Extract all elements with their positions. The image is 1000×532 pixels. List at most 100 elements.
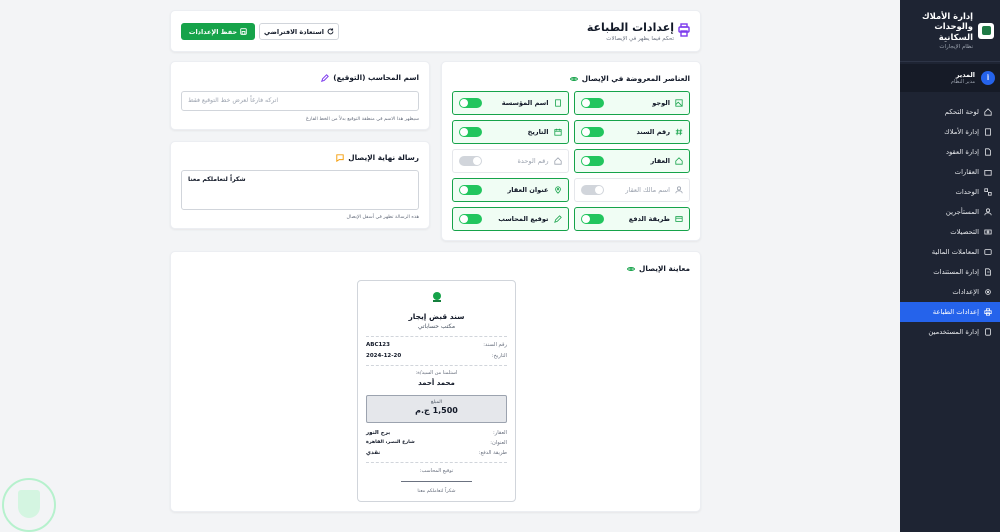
toggle-payment-method[interactable]: طريقة الدفع: [573, 207, 690, 231]
refresh-icon: [327, 28, 334, 35]
save-button[interactable]: حفظ الإعدادات: [181, 23, 255, 40]
property-row: العقار: برج النور: [366, 430, 507, 436]
printer-icon: [984, 308, 992, 316]
toggle-receipt-no[interactable]: رقم السند: [573, 120, 690, 144]
label: العقار:: [493, 430, 507, 436]
toggle-date[interactable]: التاريخ: [452, 120, 569, 144]
sidebar-item-dashboard[interactable]: لوحة التحكم: [900, 102, 1000, 122]
toggle-switch[interactable]: [580, 127, 604, 137]
toggle-switch[interactable]: [459, 185, 482, 195]
accountant-name-input[interactable]: اتركه فارغاً لعرض خط التوقيع فقط: [181, 91, 419, 111]
toggle-switch[interactable]: [580, 214, 604, 224]
value: برج النور: [366, 430, 391, 436]
home-icon: [553, 157, 562, 165]
value: نقدي: [366, 450, 381, 456]
toggle-switch[interactable]: [459, 127, 482, 137]
toggle-org-name[interactable]: اسم المؤسسة: [452, 91, 569, 115]
section-title-text: معاينة الإيصال: [639, 264, 690, 273]
toggle-label: رقم الوحدة: [517, 157, 549, 165]
toggle-unit-no[interactable]: رقم الوحدة: [452, 149, 569, 173]
toggle-switch[interactable]: [580, 156, 604, 166]
toggle-label: التاريخ: [527, 128, 549, 136]
divider: [366, 336, 507, 337]
watermark-logo: [2, 478, 56, 532]
sidebar-item-settings[interactable]: الإعدادات: [900, 282, 1000, 302]
sidebar-item-label: التحصيلات: [950, 228, 979, 236]
toggle-address[interactable]: عنوان العقار: [452, 178, 569, 202]
toggle-owner-name[interactable]: اسم مالك العقار: [573, 178, 690, 202]
toggle-label: طريقة الدفع: [628, 215, 670, 223]
toggle-signature[interactable]: توقيع المحاسب: [452, 207, 569, 231]
receipt-footer: شكراً لتعاملكم معنا: [417, 489, 456, 494]
image-icon: [675, 99, 683, 107]
sidebar-item-label: لوحة التحكم: [944, 108, 979, 116]
hash-icon: [675, 128, 683, 136]
calendar-icon: [553, 128, 562, 136]
page-subtitle: تحكم فيما يظهر في الإيصالات: [606, 36, 674, 42]
value: 2024-12-20: [366, 353, 402, 359]
toggle-switch[interactable]: [459, 156, 482, 166]
sidebar-item-label: العقارات: [954, 168, 979, 176]
divider: [366, 462, 507, 463]
dashboard-icon: [984, 108, 992, 116]
toggle-label: رقم السند: [636, 128, 670, 136]
receipt-office: مكتب حساباتي: [417, 323, 456, 330]
sidebar-item-tenants[interactable]: المستأجرين: [900, 202, 1000, 222]
sidebar-item-contracts[interactable]: إدارة العقود: [900, 142, 1000, 162]
amount-box: المبلغ 1,500 ج.م: [366, 395, 507, 423]
accountant-hint: سيظهر هذا الاسم في منطقة التوقيع بدلاً م…: [305, 117, 419, 122]
sidebar-item-properties-mgmt[interactable]: إدارة الأملاك: [900, 122, 1000, 142]
tag-icon: [321, 73, 330, 82]
app-logo: [978, 22, 994, 39]
toggle-label: عنوان العقار: [507, 186, 549, 194]
toggle-switch[interactable]: [580, 98, 604, 108]
files-icon: [985, 268, 991, 276]
label: العنوان:: [490, 440, 507, 446]
sidebar-item-label: المستأجرين: [945, 208, 979, 216]
sidebar-item-transactions[interactable]: المعاملات المالية: [900, 242, 1000, 262]
end-message-textarea[interactable]: شكراً لتعاملكم معنا: [181, 170, 419, 210]
sidebar-item-real-estate[interactable]: العقارات: [900, 162, 1000, 182]
save-label: حفظ الإعدادات: [188, 27, 238, 36]
app-subtitle: نظام الإيجارات: [939, 44, 973, 51]
sidebar-header: إدارة الأملاك والوحدات السكانية نظام الإ…: [900, 0, 1000, 62]
sidebar-item-print-settings[interactable]: إعدادات الطباعة: [900, 302, 1000, 322]
eye-icon: [569, 76, 578, 81]
end-message-card: رسالة نهاية الإيصال شكراً لتعاملكم معنا …: [170, 141, 430, 229]
label: طريقة الدفع:: [478, 450, 507, 456]
section-title: معاينة الإيصال: [627, 264, 690, 273]
pen-icon: [553, 215, 562, 223]
address-row: العنوان: شارع النصر، القاهرة: [366, 440, 507, 446]
app-title: إدارة الأملاك والوحدات السكانية: [921, 10, 973, 42]
section-title: العناصر المعروضة في الإيصال: [569, 74, 690, 83]
amount-value: 1,500 ج.م: [415, 406, 458, 415]
sidebar-item-units[interactable]: الوحدات: [900, 182, 1000, 202]
sidebar-item-label: إدارة الأملاك: [944, 128, 979, 136]
sidebar-item-users[interactable]: إدارة المستخدمين: [900, 322, 1000, 342]
value: ABC123: [366, 342, 390, 348]
sidebar-item-documents[interactable]: إدارة المستندات: [900, 262, 1000, 282]
avatar: أ: [981, 71, 995, 85]
toggle-label: اسم المؤسسة: [501, 99, 549, 107]
property-icon: [984, 170, 992, 176]
signature-line: [401, 481, 472, 482]
printer-icon: [678, 23, 690, 37]
sidebar-item-label: المعاملات المالية: [931, 248, 979, 256]
section-title: اسم المحاسب (التوقيع): [321, 73, 419, 82]
receipt-logo: [433, 292, 441, 302]
toggle-switch[interactable]: [459, 214, 482, 224]
sidebar-nav: لوحة التحكم إدارة الأملاك إدارة العقود ا…: [900, 102, 1000, 342]
section-title-text: رسالة نهاية الإيصال: [348, 153, 419, 162]
toggle-property[interactable]: العقار: [573, 149, 690, 173]
user-admin-icon: [985, 328, 991, 336]
building-icon: [985, 128, 991, 136]
cash-icon: [984, 229, 992, 235]
toggle-switch[interactable]: [580, 185, 604, 195]
elements-grid: الوجو اسم المؤسسة رقم السند التاريخ العق…: [452, 91, 690, 231]
user-panel[interactable]: أ المدير مدير النظام: [900, 64, 1000, 92]
toggle-logo[interactable]: الوجو: [573, 91, 690, 115]
reset-button[interactable]: استعادة الافتراضي: [259, 23, 339, 40]
sidebar-item-collections[interactable]: التحصيلات: [900, 222, 1000, 242]
home-icon: [675, 157, 683, 165]
toggle-switch[interactable]: [459, 98, 482, 108]
